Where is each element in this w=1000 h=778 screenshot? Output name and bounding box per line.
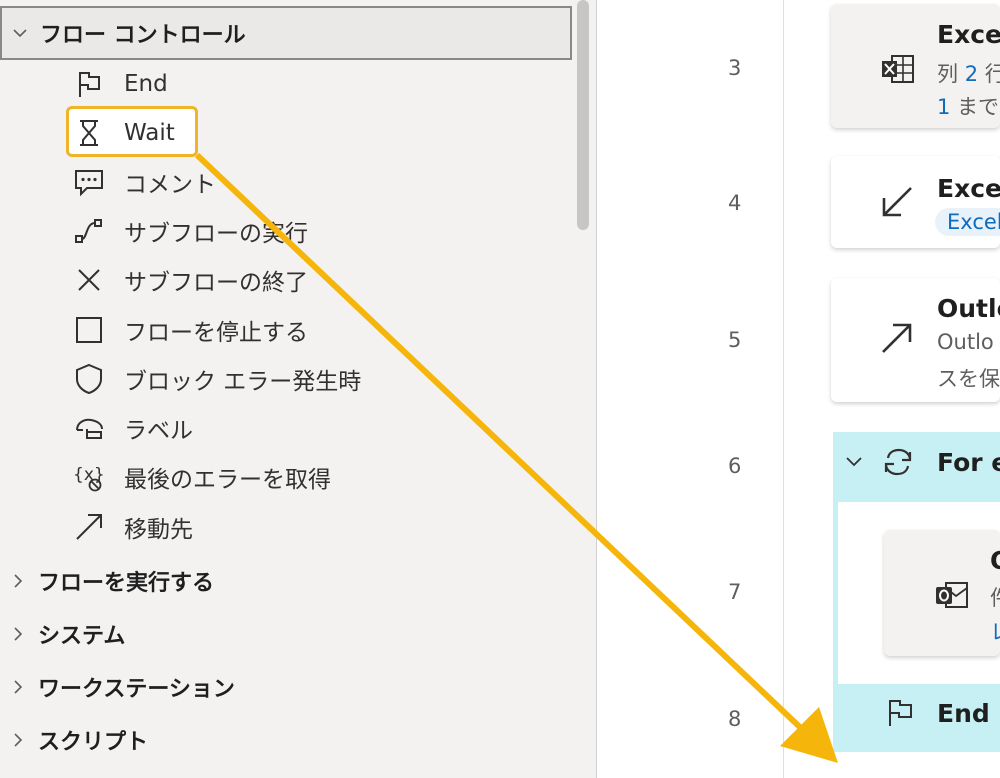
chevron-down-icon — [13, 29, 27, 38]
flow-step-7[interactable]: O 件 レ — [884, 530, 1000, 656]
actions-pane: フロー コントロール End Wait コメント サブフローの実行 サブフローの… — [0, 0, 596, 778]
group-flow-control[interactable]: フロー コントロール — [0, 6, 572, 60]
step-title: Outlo — [937, 294, 1000, 323]
line-number: 4 — [728, 191, 742, 215]
line-number: 7 — [728, 580, 742, 604]
hourglass-icon — [70, 114, 108, 152]
step-title: Excel — [937, 20, 1000, 49]
line-number: 6 — [728, 454, 742, 478]
action-get-last-error[interactable]: {x} 最後のエラーを取得 — [70, 454, 331, 500]
action-label: ブロック エラー発生時 — [124, 369, 362, 395]
label-icon — [70, 409, 108, 447]
chevron-right-icon — [14, 680, 23, 694]
action-run-subflow[interactable]: サブフローの実行 — [70, 208, 308, 254]
step-pill: Excel — [935, 208, 1000, 236]
action-label: End — [124, 71, 168, 97]
chevron-right-icon — [14, 574, 23, 588]
group-label: スクリプト — [38, 730, 149, 755]
action-end-subflow[interactable]: サブフローの終了 — [70, 257, 308, 303]
line-number: 8 — [728, 707, 742, 731]
group-run-flow[interactable]: フローを実行する — [0, 555, 572, 607]
run-subflow-icon — [70, 212, 108, 250]
flow-step-4[interactable]: Excel Excel — [831, 156, 1000, 248]
step-title: Excel — [937, 174, 1000, 203]
line-number: 3 — [728, 56, 742, 80]
step-desc-line1: 列 2 行 — [937, 62, 1000, 86]
group-system[interactable]: システム — [0, 608, 572, 660]
chevron-right-icon — [14, 627, 23, 641]
step-desc-line2: 1 までの — [937, 95, 1000, 119]
action-label: Wait — [124, 120, 175, 146]
group-label: システム — [38, 624, 126, 649]
pane-divider[interactable] — [596, 0, 597, 778]
comment-icon — [70, 163, 108, 201]
flow-step-3[interactable]: Excel 列 2 行 1 までの — [831, 4, 1000, 128]
chevron-right-icon — [14, 733, 23, 747]
chevron-down-icon[interactable] — [845, 453, 863, 471]
close-icon — [70, 261, 108, 299]
step-desc-line2: レ — [990, 616, 1000, 646]
arrow-down-left-icon — [882, 187, 912, 217]
step-desc-line1: Outlo — [937, 330, 994, 354]
stop-square-icon — [70, 311, 108, 349]
step-title: O — [990, 546, 1000, 575]
action-stop-flow[interactable]: フローを停止する — [70, 307, 308, 353]
line-number-divider — [783, 0, 784, 778]
outlook-icon — [936, 582, 968, 608]
flag-icon — [70, 65, 108, 103]
step-desc-line2: スを保 — [937, 367, 1000, 391]
group-script[interactable]: スクリプト — [0, 714, 572, 766]
loop-title: For e — [937, 448, 1000, 477]
goto-arrow-icon — [70, 508, 108, 546]
excel-icon — [882, 55, 914, 83]
flow-step-5[interactable]: Outlo Outlo スを保 — [831, 278, 1000, 402]
action-label: 最後のエラーを取得 — [124, 467, 331, 493]
action-on-block-error[interactable]: ブロック エラー発生時 — [70, 356, 361, 402]
action-label-item[interactable]: ラベル — [70, 405, 193, 451]
arrow-up-right-icon — [882, 323, 912, 353]
loop-icon — [884, 448, 912, 476]
action-label: フローを停止する — [124, 320, 308, 346]
line-number: 5 — [728, 328, 742, 352]
group-label: フローを実行する — [38, 571, 215, 596]
action-label: サブフローの実行 — [124, 221, 308, 247]
group-workstation[interactable]: ワークステーション — [0, 661, 572, 713]
action-comment[interactable]: コメント — [70, 159, 216, 205]
actions-scrollbar[interactable] — [577, 0, 589, 230]
action-label: コメント — [124, 172, 216, 198]
action-label: サブフローの終了 — [124, 270, 308, 296]
group-label: ワークステーション — [38, 677, 235, 702]
group-label: フロー コントロール — [40, 23, 246, 48]
action-end[interactable]: End — [70, 61, 168, 107]
action-label: ラベル — [124, 418, 193, 444]
action-wait[interactable]: Wait — [70, 110, 175, 156]
action-goto[interactable]: 移動先 — [70, 504, 193, 550]
flag-icon — [889, 700, 912, 726]
action-label: 移動先 — [124, 517, 193, 543]
end-step-title: End — [937, 699, 990, 728]
step-desc-line1: 件 — [990, 582, 1000, 612]
shield-icon — [70, 360, 108, 398]
variable-error-icon: {x} — [70, 458, 108, 496]
